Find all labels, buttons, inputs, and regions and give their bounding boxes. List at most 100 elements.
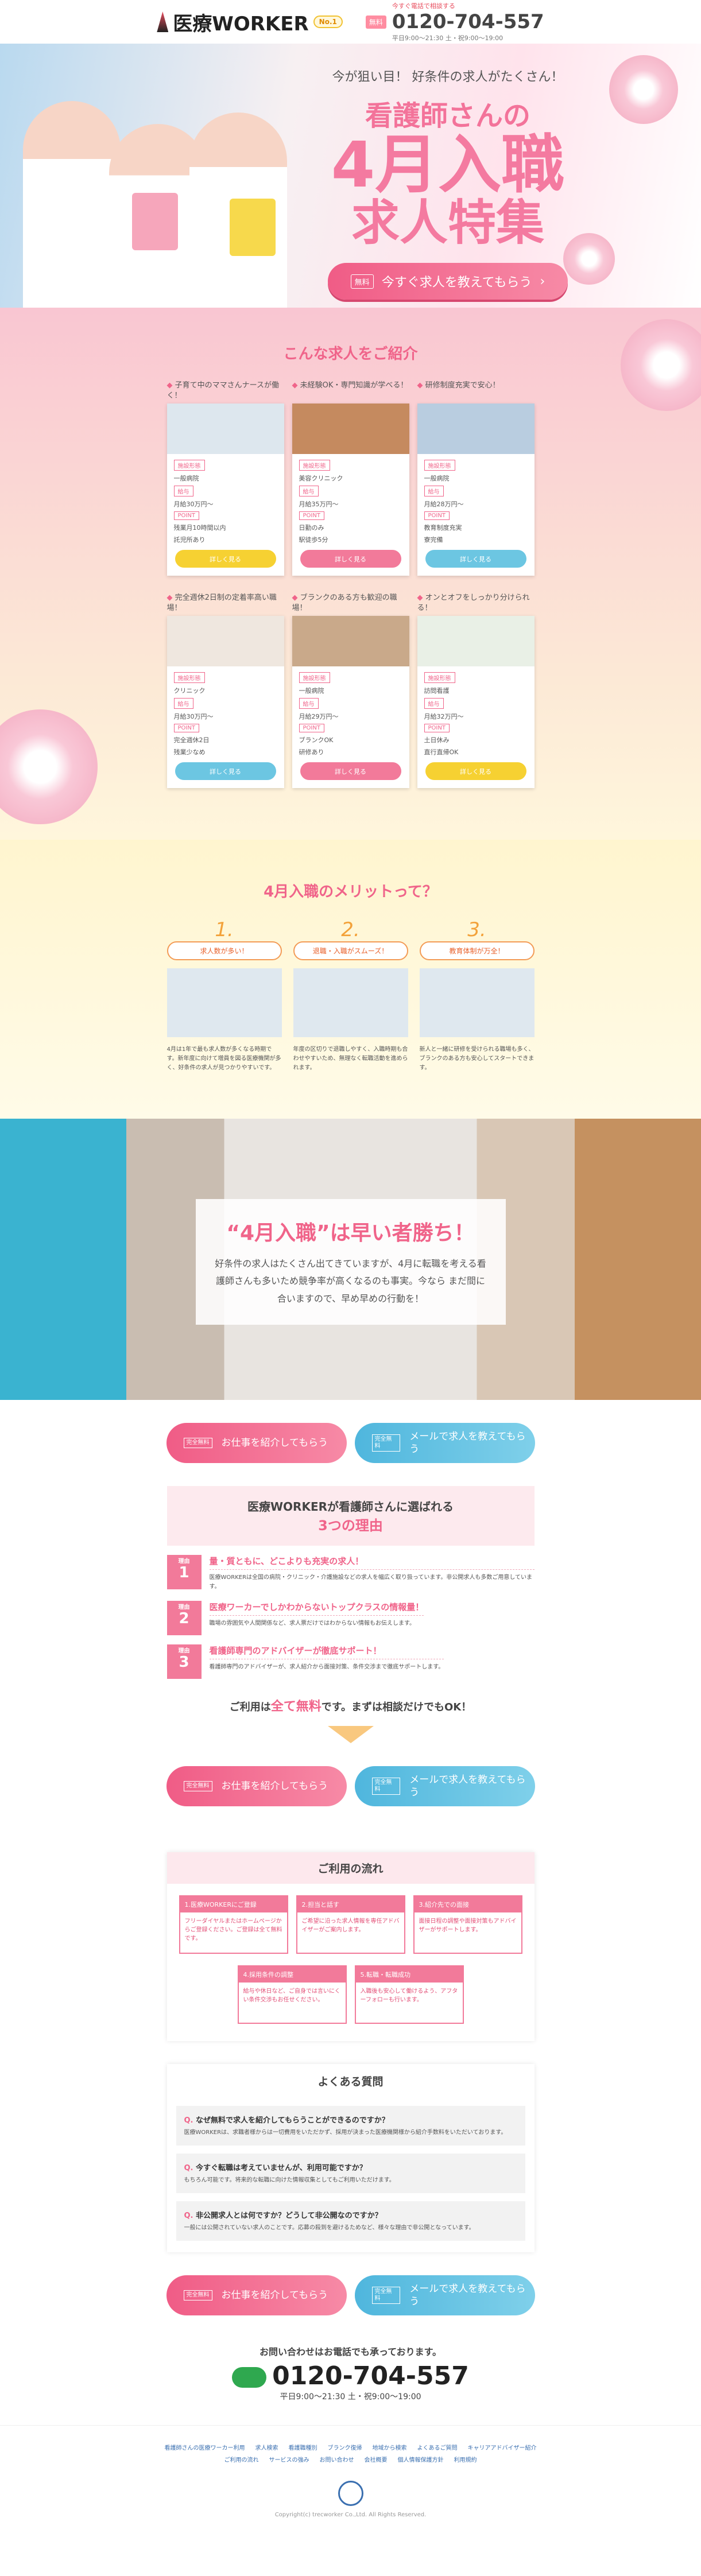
contact-tel[interactable]: 0120-704-557 (0, 2361, 701, 2391)
mail-job-button[interactable]: 完全無料 メールで求人を教えてもらう (354, 1423, 535, 1463)
faq-item: 今すぐ転職は考えていませんが、利用可能ですか？ もちろん可能です。将来的な転職に… (176, 2154, 525, 2193)
flow-step: 1.医療WORKERにご登録 フリーダイヤルまたはホームページからご登録ください… (179, 1895, 288, 1954)
footer-link[interactable]: 看護職種別 (289, 2443, 317, 2451)
cta-pair: 完全無料 お仕事を紹介してもらう 完全無料 メールで求人を教えてもらう (0, 1400, 701, 1486)
contact-tel-number[interactable]: 0120-704-557 (272, 2361, 469, 2391)
job-card[interactable]: 施設形態 訪問看護 給与 月給32万円〜 POINT 土日休み 直行直帰OK 詳… (417, 616, 535, 788)
flow-row: 4.採用条件の調整 給与や休日など、ご自身では言いにくい条件交渉もお任せください… (167, 1965, 535, 2024)
free-tag: 完全無料 (371, 1434, 401, 1452)
merit-text: 年度の区切りで退職しやすく、入職時期も合わせやすいため、無理なく転職活動を進めら… (293, 1046, 408, 1071)
free-note-pre: ご利用は (229, 1701, 271, 1713)
point-tag: POINT (173, 511, 199, 521)
footer-link[interactable]: ブランク復帰 (328, 2443, 362, 2451)
contact-section: お問い合わせはお電話でも承っております。 0120-704-557 平日9:00… (0, 2338, 701, 2425)
flow-title: ご利用の流れ (166, 1852, 535, 1884)
merit-item: 2. 退職・入職がスムーズ！ 年度の区切りで退職しやすく、入職時期も合わせやすい… (293, 918, 408, 1073)
salary-value: 月給30万円〜 (173, 713, 214, 721)
job-card[interactable]: 施設形態 美容クリニック 給与 月給35万円〜 POINT 日勤のみ 駅徒歩5分… (292, 404, 409, 576)
reasons-title: 医療WORKERが看護師さんに選ばれる 3つの理由 (166, 1486, 535, 1546)
job-image (417, 404, 535, 455)
merit-text: 4月は1年で最も求人数が多くなる時期です。新年度に向けて増員を図る医療機関が多く… (166, 1046, 281, 1071)
job-card[interactable]: 施設形態 クリニック 給与 月給30万円〜 POINT 完全週休2日 残業少なめ… (166, 616, 284, 788)
footer-link[interactable]: 看護師さんの医療ワーカー利用 (165, 2443, 245, 2451)
job-item: ブランクのある方も歓迎の職場！ 施設形態 一般病院 給与 月給29万円〜 POI… (292, 593, 409, 788)
job-detail-button[interactable]: 詳しく見る (425, 762, 526, 780)
merit-item: 1. 求人数が多い！ 4月は1年で最も求人数が多くなる時期です。新年度に向けて増… (166, 918, 282, 1073)
point-1: 日勤のみ (299, 524, 324, 532)
merit-number: 1. (215, 918, 234, 941)
salary-tag: 給与 (173, 486, 193, 497)
logo[interactable]: 医療WORKER No.1 (157, 8, 343, 36)
reason-text: 職場の雰囲気や人間関係など、求人票だけではわからない情報もお伝えします。 (209, 1620, 416, 1627)
footer-link[interactable]: 利用規約 (454, 2455, 477, 2464)
mail-job-button[interactable]: 完全無料 メールで求人を教えてもらう (354, 1766, 535, 1806)
hero-title-line2: 4月入職 (331, 128, 565, 201)
logo-text: 医療WORKER (173, 12, 309, 36)
freedial-icon (232, 2367, 267, 2388)
footer-link[interactable]: 求人検索 (255, 2443, 278, 2451)
point-1: 残業月10時間以内 (173, 524, 226, 532)
merit-item: 3. 教育体制が万全！ 新人と一緒に研修を受けられる職場も多く、ブランクのある方… (419, 918, 535, 1073)
job-intro-button[interactable]: 完全無料 お仕事を紹介してもらう (166, 2275, 347, 2315)
reasons-title-pre: 医療WORKERが看護師さんに選ばれる (247, 1500, 454, 1514)
footer-link[interactable]: サービスの強み (269, 2455, 309, 2464)
job-card[interactable]: 施設形態 一般病院 給与 月給29万円〜 POINT ブランクOK 研修あり 詳… (292, 616, 409, 788)
job-item: 未経験OK・専門知識が学べる！ 施設形態 美容クリニック 給与 月給35万円〜 … (292, 381, 409, 576)
faq-answer: 医療WORKERは、求職者様からは一切費用をいただかず、採用が決まった医療機関様… (184, 2129, 507, 2136)
reasons-list: 理由 1 量・質ともに、どこよりも充実の求人！ 医療WORKERは全国の病院・クリ… (166, 1555, 535, 1679)
faq-list: なぜ無料で求人を紹介してもらうことができるのですか？ 医療WORKERは、求職者… (176, 2106, 525, 2241)
point-2: 寮完備 (424, 536, 443, 544)
job-card[interactable]: 施設形態 一般病院 給与 月給30万円〜 POINT 残業月10時間以内 託児所… (166, 404, 284, 576)
point-1: 教育制度充実 (424, 524, 462, 532)
header-tel-number[interactable]: 0120-704-557 (392, 10, 544, 33)
flow-step-heading: 3.紹介先での面接 (414, 1896, 521, 1912)
facility-tag: 施設形態 (173, 460, 205, 471)
merit-heading: 退職・入職がスムーズ！ (293, 941, 408, 960)
header-tel[interactable]: 無料 今すぐ電話で相談する 0120-704-557 平日9:00〜21:30 … (365, 1, 544, 42)
job-intro-label: お仕事を紹介してもらう (221, 2289, 328, 2301)
footer-links: 看護師さんの医療ワーカー利用 求人検索 看護職種別 ブランク復帰 地域から検索 よくあるご… (150, 2443, 552, 2464)
job-detail-button[interactable]: 詳しく見る (175, 762, 276, 780)
facility-type: 美容クリニック (299, 475, 343, 483)
cta-label: 今すぐ求人を教えてもらう (381, 276, 532, 290)
banner-heading: “4月入職”は早い者勝ち！ (226, 1221, 475, 1245)
footer-link[interactable]: 個人情報保護方針 (398, 2455, 444, 2464)
early-bird-banner: “4月入職”は早い者勝ち！ 好条件の求人はたくさん出てきていますが、4月に転職を… (0, 1119, 701, 1400)
footer-link[interactable]: 地域から検索 (373, 2443, 407, 2451)
salary-value: 月給32万円〜 (424, 713, 464, 721)
free-note-em: 全て無料 (270, 1700, 322, 1714)
footer-link[interactable]: キャリアアドバイザー紹介 (468, 2443, 537, 2451)
reason-digit: 2 (179, 1610, 189, 1627)
job-card[interactable]: 施設形態 一般病院 給与 月給28万円〜 POINT 教育制度充実 寮完備 詳し… (417, 404, 535, 576)
footer-link[interactable]: 会社概要 (365, 2455, 388, 2464)
salary-tag: 給与 (424, 486, 444, 497)
merit-image (293, 968, 408, 1037)
footer: 看護師さんの医療ワーカー利用 求人検索 看護職種別 ブランク復帰 地域から検索 よくあるご… (0, 2425, 701, 2530)
job-intro-button[interactable]: 完全無料 お仕事を紹介してもらう (166, 1423, 347, 1463)
job-detail-button[interactable]: 詳しく見る (300, 762, 401, 780)
faq-answer: 一般には公開されていない求人のことです。応募の殺到を避けるためなど、様々な理由で… (184, 2225, 475, 2231)
job-intro-button[interactable]: 完全無料 お仕事を紹介してもらう (166, 1766, 347, 1806)
job-category: 子育て中のママさんナースが働く！ (167, 381, 284, 401)
job-detail-button[interactable]: 詳しく見る (300, 550, 401, 568)
point-1: ブランクOK (299, 736, 334, 744)
job-detail-button[interactable]: 詳しく見る (175, 550, 276, 568)
faq-question: なぜ無料で求人を紹介してもらうことができるのですか？ (184, 2114, 517, 2125)
hero-cta-button[interactable]: 無料 今すぐ求人を教えてもらう › (327, 263, 568, 300)
cta-pair: 完全無料 お仕事を紹介してもらう 完全無料 メールで求人を教えてもらう (0, 1743, 701, 1829)
footer-link[interactable]: お問い合わせ (320, 2455, 354, 2464)
footer-link[interactable]: ご利用の流れ (224, 2455, 259, 2464)
free-tag: 完全無料 (183, 2290, 212, 2300)
job-category: 研修制度充実で安心！ (417, 381, 535, 401)
footer-link[interactable]: よくあるご質問 (417, 2443, 458, 2451)
point-1: 土日休み (424, 736, 450, 744)
contact-hours: 平日9:00〜21:30 土・祝9:00〜19:00 (280, 2392, 421, 2402)
point-tag: POINT (299, 724, 324, 733)
facility-tag: 施設形態 (299, 460, 330, 471)
merit-title: 4月入職のメリットって？ (264, 883, 437, 901)
mail-job-button[interactable]: 完全無料 メールで求人を教えてもらう (354, 2275, 535, 2315)
hero-subtitle: 今が狙い目！ 好条件の求人がたくさん！ (332, 70, 564, 84)
reason-number: 理由 1 (166, 1555, 202, 1589)
job-image (292, 404, 409, 455)
job-detail-button[interactable]: 詳しく見る (425, 550, 526, 568)
